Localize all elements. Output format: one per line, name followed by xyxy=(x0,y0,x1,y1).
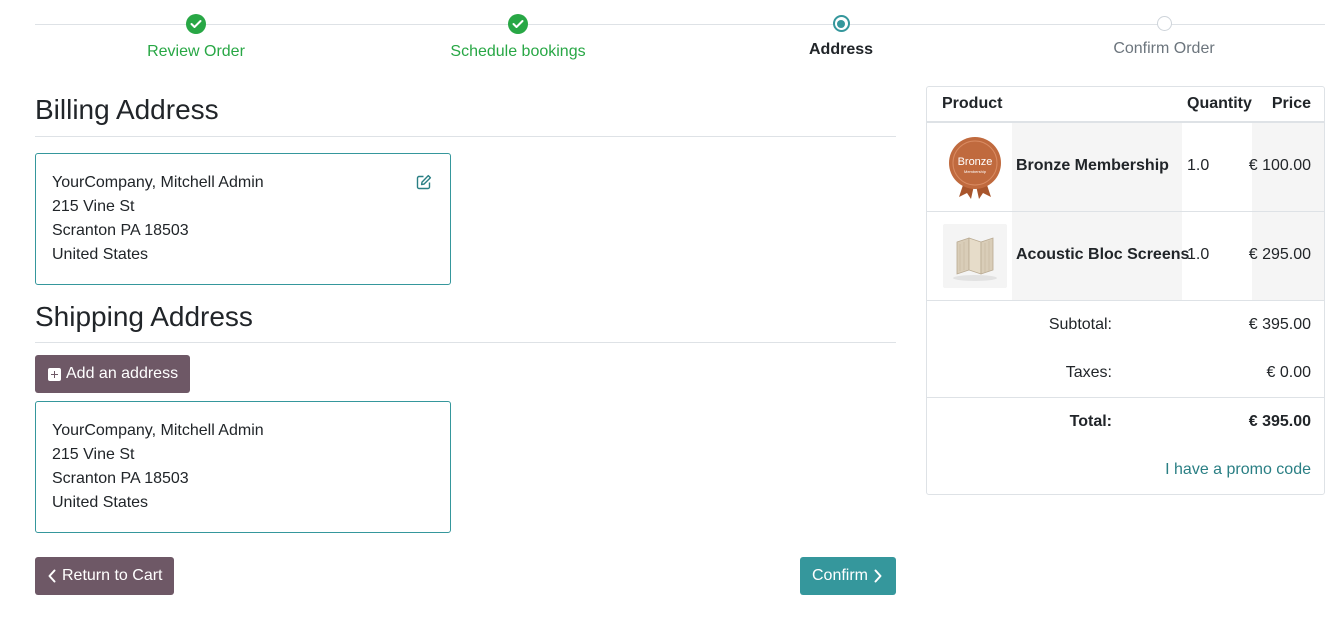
address-line: YourCompany, Mitchell Admin xyxy=(52,174,264,191)
header-price: Price xyxy=(1271,95,1311,112)
divider xyxy=(35,342,896,343)
header-product: Product xyxy=(942,95,1003,112)
badge-text: Bronze xyxy=(958,156,993,168)
chevron-left-icon xyxy=(48,569,56,583)
bronze-membership-image: Bronze Membership xyxy=(949,137,1001,199)
order-summary: Product Quantity Price Bronze Membership… xyxy=(926,86,1325,495)
total-label: Total: xyxy=(1069,413,1112,430)
billing-address-card: YourCompany, Mitchell Admin 215 Vine St … xyxy=(35,153,451,285)
table-row: Acoustic Bloc Screens 1.0 € 295.00 xyxy=(927,212,1324,301)
address-line: 215 Vine St xyxy=(52,198,135,215)
total-value: € 395.00 xyxy=(1248,413,1311,430)
product-quantity: 1.0 xyxy=(1187,246,1210,263)
subtotal-label: Subtotal: xyxy=(1048,316,1112,333)
promo-code-link[interactable]: I have a promo code xyxy=(1165,461,1311,479)
shipping-address-card[interactable]: YourCompany, Mitchell Admin 215 Vine St … xyxy=(35,401,451,533)
step-label: Review Order xyxy=(147,43,245,60)
acoustic-screens-image xyxy=(943,224,1007,288)
step-review-order[interactable]: Review Order xyxy=(31,14,361,61)
checkout-progress: Review Order Schedule bookings Address C… xyxy=(35,0,1325,70)
summary-header: Product Quantity Price xyxy=(927,87,1324,123)
edit-icon[interactable] xyxy=(416,174,432,190)
product-name[interactable]: Bronze Membership xyxy=(1016,157,1169,175)
step-label: Schedule bookings xyxy=(450,43,586,60)
step-label: Address xyxy=(808,41,874,58)
pending-step-icon xyxy=(1156,16,1172,31)
shipping-address-title: Shipping Address xyxy=(35,301,253,332)
header-quantity: Quantity xyxy=(1187,95,1252,112)
current-step-icon xyxy=(832,15,850,32)
product-name[interactable]: Acoustic Bloc Screens xyxy=(1016,246,1189,264)
chevron-right-icon xyxy=(874,569,882,583)
billing-address-title: Billing Address xyxy=(35,94,219,125)
product-quantity: 1.0 xyxy=(1187,157,1210,174)
return-to-cart-label: Return to Cart xyxy=(62,567,163,584)
confirm-label: Confirm xyxy=(812,567,869,584)
table-row: Bronze Membership Bronze Membership 1.0 … xyxy=(927,123,1324,212)
check-icon xyxy=(186,14,206,34)
return-to-cart-button[interactable]: Return to Cart xyxy=(35,557,174,595)
product-price: € 295.00 xyxy=(1248,246,1311,263)
product-price: € 100.00 xyxy=(1248,157,1311,174)
address-line: YourCompany, Mitchell Admin xyxy=(52,422,264,439)
address-line: 215 Vine St xyxy=(52,446,135,463)
plus-square-icon xyxy=(48,367,61,381)
divider xyxy=(35,136,896,137)
step-address: Address xyxy=(676,14,1006,59)
taxes-value: € 0.00 xyxy=(1266,364,1311,381)
check-icon xyxy=(508,14,528,34)
address-line: United States xyxy=(52,246,149,263)
step-schedule-bookings[interactable]: Schedule bookings xyxy=(353,14,683,61)
confirm-button[interactable]: Confirm xyxy=(800,557,896,595)
address-line: Scranton PA 18503 xyxy=(52,470,189,487)
badge-subtext: Membership xyxy=(964,169,987,174)
step-confirm-order: Confirm Order xyxy=(999,14,1329,58)
divider xyxy=(927,397,1324,398)
address-line: United States xyxy=(52,494,149,511)
add-address-button[interactable]: Add an address xyxy=(35,355,190,393)
taxes-label: Taxes: xyxy=(1065,364,1112,381)
add-address-label: Add an address xyxy=(66,365,179,382)
step-label: Confirm Order xyxy=(1113,40,1215,57)
address-line: Scranton PA 18503 xyxy=(52,222,189,239)
subtotal-value: € 395.00 xyxy=(1248,316,1311,333)
